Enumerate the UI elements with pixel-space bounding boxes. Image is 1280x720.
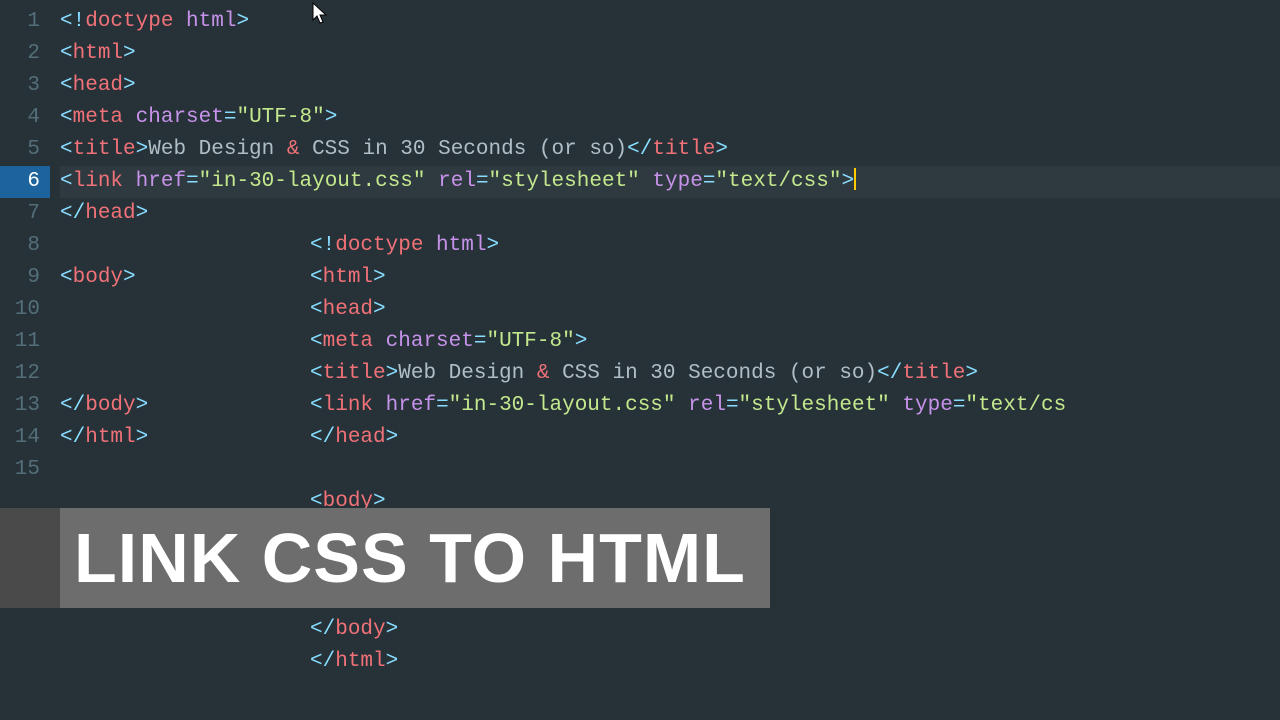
code-line: <title>Web Design & CSS in 30 Seconds (o… xyxy=(310,358,1280,390)
punct: > xyxy=(841,170,854,193)
line-number-gutter: 1 2 3 4 5 6 7 8 9 10 11 12 13 14 15 xyxy=(0,0,50,486)
punct: < xyxy=(60,42,73,65)
attr-name: href xyxy=(136,170,186,193)
text-content: CSS in 30 Seconds (or so) xyxy=(299,138,627,161)
code-line[interactable]: <html> xyxy=(60,38,1280,70)
banner-text: LINK CSS TO HTML xyxy=(60,508,770,608)
line-number: 7 xyxy=(0,198,50,230)
attr-value: "in-30-layout.css" xyxy=(199,170,426,193)
tag-name: body xyxy=(85,394,135,417)
secondary-editor-panel: <!doctype html> <html> <head> <meta char… xyxy=(310,230,1280,678)
text-cursor xyxy=(854,168,856,190)
text-content: Web Design xyxy=(148,138,287,161)
code-line: </body> xyxy=(310,614,1280,646)
punct: = xyxy=(703,170,716,193)
line-number: 1 xyxy=(0,6,50,38)
tag-name: meta xyxy=(73,106,123,129)
code-line[interactable]: <!doctype html> xyxy=(60,6,1280,38)
tag-name: html xyxy=(85,426,135,449)
line-number: 3 xyxy=(0,70,50,102)
tag-name: body xyxy=(73,266,123,289)
punct: < xyxy=(60,106,73,129)
line-number: 2 xyxy=(0,38,50,70)
code-line: <!doctype html> xyxy=(310,230,1280,262)
punct: </ xyxy=(60,394,85,417)
punct: > xyxy=(136,394,149,417)
code-line[interactable]: <meta charset="UTF-8"> xyxy=(60,102,1280,134)
attr-value: "text/css" xyxy=(715,170,841,193)
code-line: </html> xyxy=(310,646,1280,678)
line-number: 6 xyxy=(0,166,50,198)
line-number: 14 xyxy=(0,422,50,454)
attr-name: rel xyxy=(438,170,476,193)
code-line: <html> xyxy=(310,262,1280,294)
banner-accent xyxy=(0,508,60,608)
code-line: <link href="in-30-layout.css" rel="style… xyxy=(310,390,1280,422)
punct: > xyxy=(136,426,149,449)
code-line[interactable]: <head> xyxy=(60,70,1280,102)
punct: = xyxy=(186,170,199,193)
punct: > xyxy=(136,202,149,225)
line-number: 13 xyxy=(0,390,50,422)
code-line: <head> xyxy=(310,294,1280,326)
punct: > xyxy=(123,266,136,289)
punct: < xyxy=(60,170,73,193)
punct: > xyxy=(136,138,149,161)
line-number: 4 xyxy=(0,102,50,134)
code-line: </head> xyxy=(310,422,1280,454)
line-number: 11 xyxy=(0,326,50,358)
code-line xyxy=(310,454,1280,486)
punct: = xyxy=(224,106,237,129)
punct: <! xyxy=(60,10,85,33)
line-number: 10 xyxy=(0,294,50,326)
tag-name: head xyxy=(85,202,135,225)
tag-name: html xyxy=(73,42,123,65)
punct: > xyxy=(715,138,728,161)
attr-name: charset xyxy=(136,106,224,129)
punct: > xyxy=(123,74,136,97)
line-number: 9 xyxy=(0,262,50,294)
punct: < xyxy=(60,266,73,289)
punct: < xyxy=(60,138,73,161)
doctype-value: html xyxy=(186,10,236,33)
tag-name: head xyxy=(73,74,123,97)
line-number: 15 xyxy=(0,454,50,486)
line-number: 8 xyxy=(0,230,50,262)
code-line[interactable]: <title>Web Design & CSS in 30 Seconds (o… xyxy=(60,134,1280,166)
mouse-cursor-icon xyxy=(312,2,330,24)
punct: </ xyxy=(60,202,85,225)
punct: > xyxy=(236,10,249,33)
tag-name: link xyxy=(73,170,123,193)
line-number: 12 xyxy=(0,358,50,390)
code-line[interactable]: </head> xyxy=(60,198,1280,230)
attr-value: "stylesheet" xyxy=(489,170,640,193)
punct: </ xyxy=(627,138,652,161)
code-line-active[interactable]: <link href="in-30-layout.css" rel="style… xyxy=(60,166,1280,198)
punct: > xyxy=(325,106,338,129)
punct: > xyxy=(123,42,136,65)
attr-value: "UTF-8" xyxy=(236,106,324,129)
tag-name: title xyxy=(652,138,715,161)
code-line: <meta charset="UTF-8"> xyxy=(310,326,1280,358)
tag-name: title xyxy=(73,138,136,161)
doctype-keyword: doctype xyxy=(85,10,173,33)
punct: < xyxy=(60,74,73,97)
attr-name: type xyxy=(652,170,702,193)
line-number: 5 xyxy=(0,134,50,166)
title-banner: LINK CSS TO HTML xyxy=(0,508,770,608)
entity: & xyxy=(287,138,300,161)
punct: </ xyxy=(60,426,85,449)
punct: = xyxy=(476,170,489,193)
